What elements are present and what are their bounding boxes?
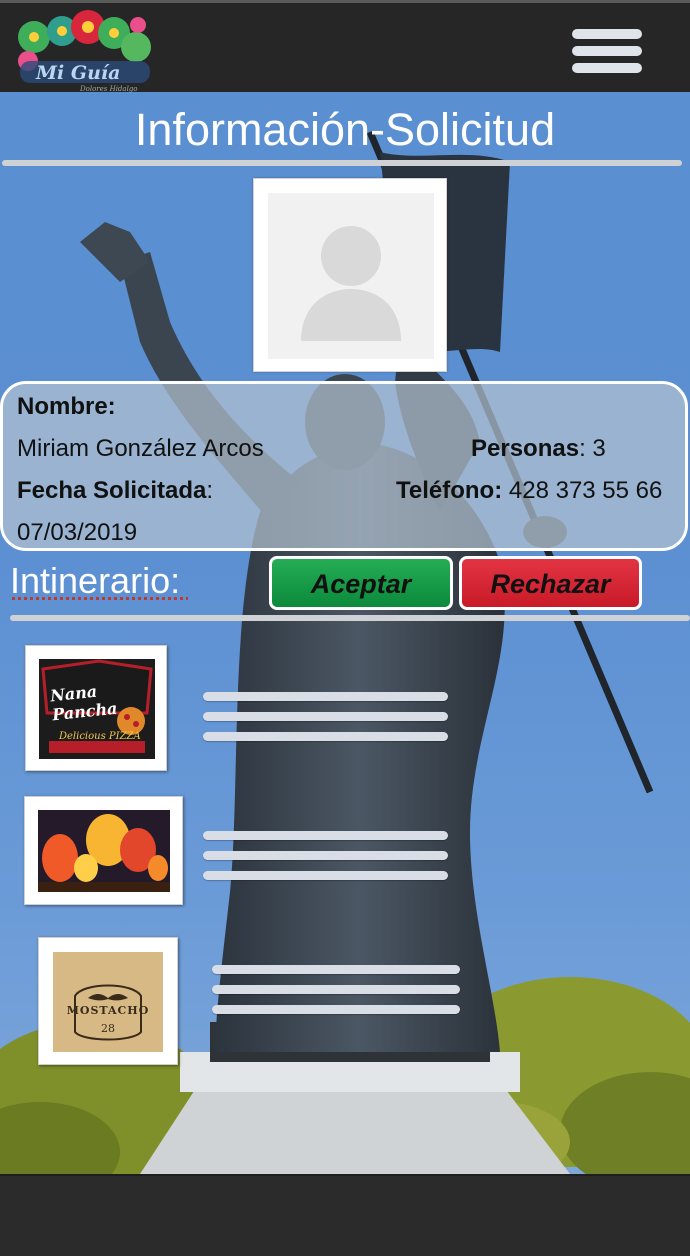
user-avatar [253,178,447,372]
svg-text:Dolores Hidalgo: Dolores Hidalgo [79,85,138,93]
date-label: Fecha Solicitada [17,477,207,504]
user-placeholder-icon [301,226,401,341]
app-screen: Mi Guía Dolores Hidalgo Información-Soli… [0,0,690,1256]
svg-text:Mi Guía: Mi Guía [35,62,120,84]
date-value: 07/03/2019 [17,519,138,546]
date-colon: : [206,477,214,504]
accept-button[interactable]: Aceptar [269,556,453,610]
itinerary-item-thumbnail[interactable]: Nana Pancha Delicious PIZZA [25,645,167,771]
itinerary-label: Intinerario [10,560,171,601]
item-subtitle: Delicious PIZZA [59,731,141,742]
name-value: Miriam González Arcos [17,435,264,462]
reject-button[interactable]: Rechazar [459,556,642,610]
phone-label: Teléfono: [396,477,503,504]
spellcheck-underline [12,597,188,600]
hamburger-menu-icon[interactable] [572,27,642,81]
mi-guia-logo[interactable]: Mi Guía Dolores Hidalgo [10,9,158,95]
request-info-card: Nombre: Miriam González Arcos Personas: … [0,381,688,551]
title-divider [2,160,682,166]
item-placeholder-lines [212,965,460,1015]
people-label: Personas [471,435,580,462]
item-title: MOSTACHO [66,1004,150,1017]
app-footer [0,1174,690,1256]
date-field-label: Fecha Solicitada: [17,477,213,505]
item-placeholder-lines [203,692,448,742]
pizza-logo-icon: Nana Pancha Delicious PIZZA [39,659,155,759]
page-title: Información-Solicitud [134,104,556,155]
app-header: Mi Guía Dolores Hidalgo [0,0,690,95]
phone-field: Teléfono: 428 373 55 66 [396,477,662,505]
itinerary-colon: : [170,560,181,601]
itinerary-item-thumbnail[interactable]: MOSTACHO 28 [38,937,178,1065]
hot-air-balloons-icon [38,810,170,892]
name-label: Nombre: [17,393,116,420]
people-field: Personas: 3 [471,435,606,463]
people-value: : 3 [579,435,606,462]
itinerary-heading: Intinerario: [10,560,180,602]
phone-value: 428 373 55 66 [502,477,663,504]
item-placeholder-lines [203,831,448,881]
itinerary-item-thumbnail[interactable] [24,796,183,905]
item-subtitle: 28 [101,1022,115,1035]
mostacho-logo-icon: MOSTACHO 28 [53,952,163,1052]
itinerary-divider [10,615,690,621]
